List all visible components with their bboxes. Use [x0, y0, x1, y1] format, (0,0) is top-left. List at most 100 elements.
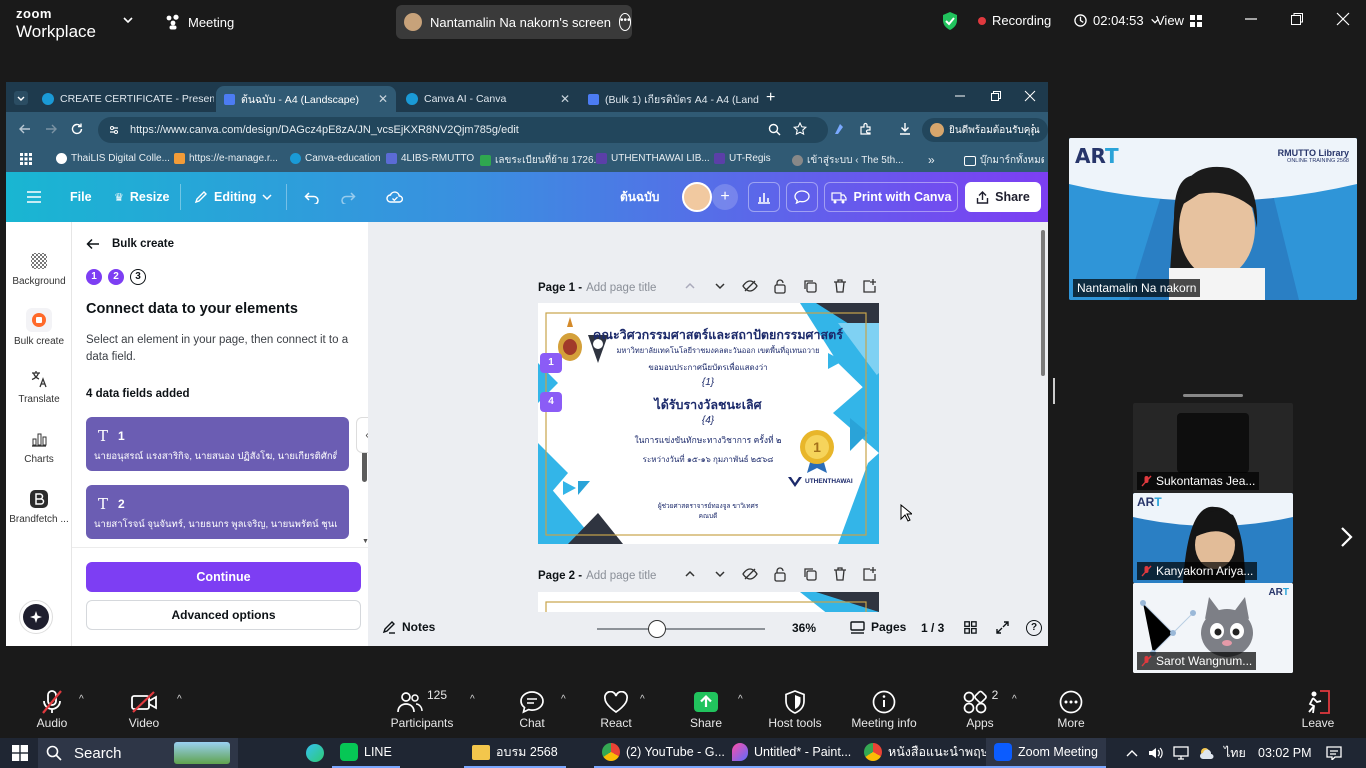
react-button[interactable]: React — [571, 688, 661, 730]
notifications-icon[interactable] — [1318, 738, 1350, 768]
audio-options-caret-icon[interactable]: ^ — [79, 694, 84, 705]
editing-mode-menu[interactable]: Editing — [194, 172, 272, 222]
pages-button[interactable]: Pages — [850, 620, 906, 634]
lock-icon[interactable] — [772, 566, 788, 582]
add-page-icon[interactable] — [862, 566, 878, 582]
taskbar-item-active[interactable]: Zoom Meeting — [986, 738, 1106, 768]
sidebar-item-charts[interactable]: Charts — [6, 428, 72, 465]
bookmark-item[interactable]: เลขระเบียนที่ย้าย 1726... — [480, 153, 602, 168]
delete-icon[interactable] — [832, 278, 848, 294]
share-caret-icon[interactable]: ^ — [738, 694, 743, 705]
share-button[interactable]: Share — [965, 182, 1041, 212]
help-icon[interactable]: ? — [1026, 620, 1042, 636]
chat-caret-icon[interactable]: ^ — [561, 694, 566, 705]
participant-video-tile[interactable]: ART Kanyakorn Ariya... — [1133, 493, 1293, 583]
taskbar-search[interactable]: Search — [38, 738, 238, 768]
resize-handle[interactable] — [1053, 378, 1055, 404]
chevron-up-icon[interactable] — [682, 566, 698, 582]
bookmark-item[interactable]: UT-Regis — [714, 153, 771, 164]
host-tools-button[interactable]: Host tools — [750, 688, 840, 730]
sidebar-item-background[interactable]: Background — [6, 250, 72, 287]
zoom-slider-knob[interactable] — [648, 620, 667, 638]
duplicate-icon[interactable] — [802, 566, 818, 582]
user-avatar[interactable] — [682, 182, 712, 212]
page-title-input[interactable]: Add page title — [586, 282, 656, 294]
apps-grid-icon[interactable] — [20, 153, 32, 165]
magic-ai-button[interactable] — [19, 600, 53, 634]
video-button[interactable]: Video — [99, 688, 189, 730]
meeting-info-button[interactable]: Meeting info — [839, 688, 929, 730]
file-menu[interactable]: File — [70, 172, 92, 222]
screen-share-pill[interactable]: Nantamalin Na nakorn's screen ••• — [396, 5, 632, 39]
print-with-canva-button[interactable]: Print with Canva — [824, 182, 958, 212]
browser-tab[interactable]: Canva AI - Canva ✕ — [398, 86, 578, 112]
certificate-page[interactable]: คณะวิศวกรรมศาสตร์และสถาปัตยกรรมศาสตร์ มห… — [538, 303, 879, 544]
taskbar-item[interactable]: LINE — [332, 738, 400, 768]
back-icon[interactable] — [18, 122, 32, 136]
meeting-menu[interactable]: Meeting — [164, 14, 234, 30]
hide-eye-icon[interactable] — [742, 566, 758, 582]
bookmark-item[interactable]: UTHENTHAWAI LIB... — [596, 153, 710, 164]
lock-icon[interactable] — [772, 278, 788, 294]
extension-icon[interactable] — [832, 122, 846, 136]
zoom-percentage[interactable]: 36% — [792, 621, 816, 635]
insights-chart-icon[interactable] — [748, 182, 780, 212]
hide-eye-icon[interactable] — [742, 278, 758, 294]
window-close-icon[interactable] — [1024, 90, 1036, 102]
bookmark-item[interactable]: https://e-manage.r... — [174, 153, 278, 164]
bookmark-item[interactable]: 4LIBS-RMUTTO — [386, 153, 474, 164]
forward-icon[interactable] — [44, 122, 58, 136]
zoom-slider-track[interactable] — [597, 628, 765, 630]
duplicate-icon[interactable] — [802, 278, 818, 294]
chevron-down-icon[interactable] — [712, 566, 728, 582]
more-button[interactable]: More — [1026, 688, 1116, 730]
restore-icon[interactable] — [1290, 12, 1304, 26]
delete-icon[interactable] — [832, 566, 848, 582]
taskbar-item[interactable]: หนังสือแนะนำพฤษ... — [856, 738, 1008, 768]
bookmark-item[interactable]: Canva-education — [290, 153, 381, 164]
minimize-icon[interactable] — [1244, 12, 1258, 26]
sidebar-item-bulk-create[interactable]: Bulk create — [6, 308, 72, 347]
browser-menu-icon[interactable]: ⋮ — [1026, 121, 1040, 138]
all-bookmarks-folder[interactable]: บุ๊กมาร์กทั้งหมด — [964, 153, 1044, 168]
tab-search-icon[interactable] — [14, 91, 28, 105]
clock[interactable]: 03:02 PM — [1250, 738, 1320, 768]
tab-close-icon[interactable]: ✕ — [378, 92, 388, 106]
participant-video-tile[interactable]: ART Sarot Wangnum... — [1133, 583, 1293, 673]
browser-tab[interactable]: CREATE CERTIFICATE - Presenta ✕ — [34, 86, 214, 112]
react-caret-icon[interactable]: ^ — [640, 694, 645, 705]
page-title-input[interactable]: Add page title — [586, 570, 656, 582]
data-field-card[interactable]: T 2 นายสาโรจน์ จุนจันทร์, นายธนกร พูลเจร… — [86, 485, 349, 539]
undo-icon[interactable] — [304, 172, 320, 222]
download-icon[interactable] — [898, 122, 912, 136]
sidebar-item-brandfetch[interactable]: Brandfetch ... — [6, 488, 72, 525]
add-page-icon[interactable] — [862, 278, 878, 294]
chevron-down-icon[interactable] — [712, 278, 728, 294]
apps-caret-icon[interactable]: ^ — [1012, 694, 1017, 705]
more-options-icon[interactable]: ••• — [618, 13, 632, 31]
add-collaborator-icon[interactable]: + — [712, 184, 738, 210]
bookmark-star-icon[interactable] — [793, 122, 807, 136]
participant-video-tile[interactable]: Sukontamas Jea... — [1133, 403, 1293, 493]
taskbar-edge[interactable] — [298, 738, 332, 768]
participants-button[interactable]: 125 Participants — [377, 688, 467, 730]
more-bookmarks-icon[interactable]: » — [928, 153, 935, 167]
recording-indicator[interactable]: Recording — [978, 13, 1051, 28]
new-tab-icon[interactable]: + — [766, 89, 775, 107]
url-input[interactable]: https://www.canva.com/design/DAGcz4pE8zA… — [98, 117, 828, 143]
notes-button[interactable]: Notes — [382, 620, 435, 634]
meeting-timer[interactable]: 02:04:53 — [1074, 13, 1160, 28]
browser-tab[interactable]: (Bulk 1) เกียรติบัตร A4 - A4 (Land ✕ — [580, 86, 760, 112]
grid-view-icon[interactable] — [964, 621, 977, 634]
back-arrow-icon[interactable] — [86, 238, 100, 250]
data-field-card[interactable]: T 1 นายอนุสรณ์ แรงสาริกิจ, นายสนอง ปฏิสั… — [86, 417, 349, 471]
start-button[interactable] — [4, 738, 36, 768]
canvas-scrollbar[interactable] — [1041, 230, 1045, 376]
participants-caret-icon[interactable]: ^ — [470, 694, 475, 705]
drag-handle[interactable] — [1183, 394, 1243, 397]
comment-icon[interactable] — [786, 182, 818, 212]
chevron-down-icon[interactable] — [122, 14, 134, 26]
close-icon[interactable] — [1336, 12, 1350, 26]
window-minimize-icon[interactable] — [954, 90, 966, 102]
sidebar-item-translate[interactable]: Translate — [6, 368, 72, 405]
